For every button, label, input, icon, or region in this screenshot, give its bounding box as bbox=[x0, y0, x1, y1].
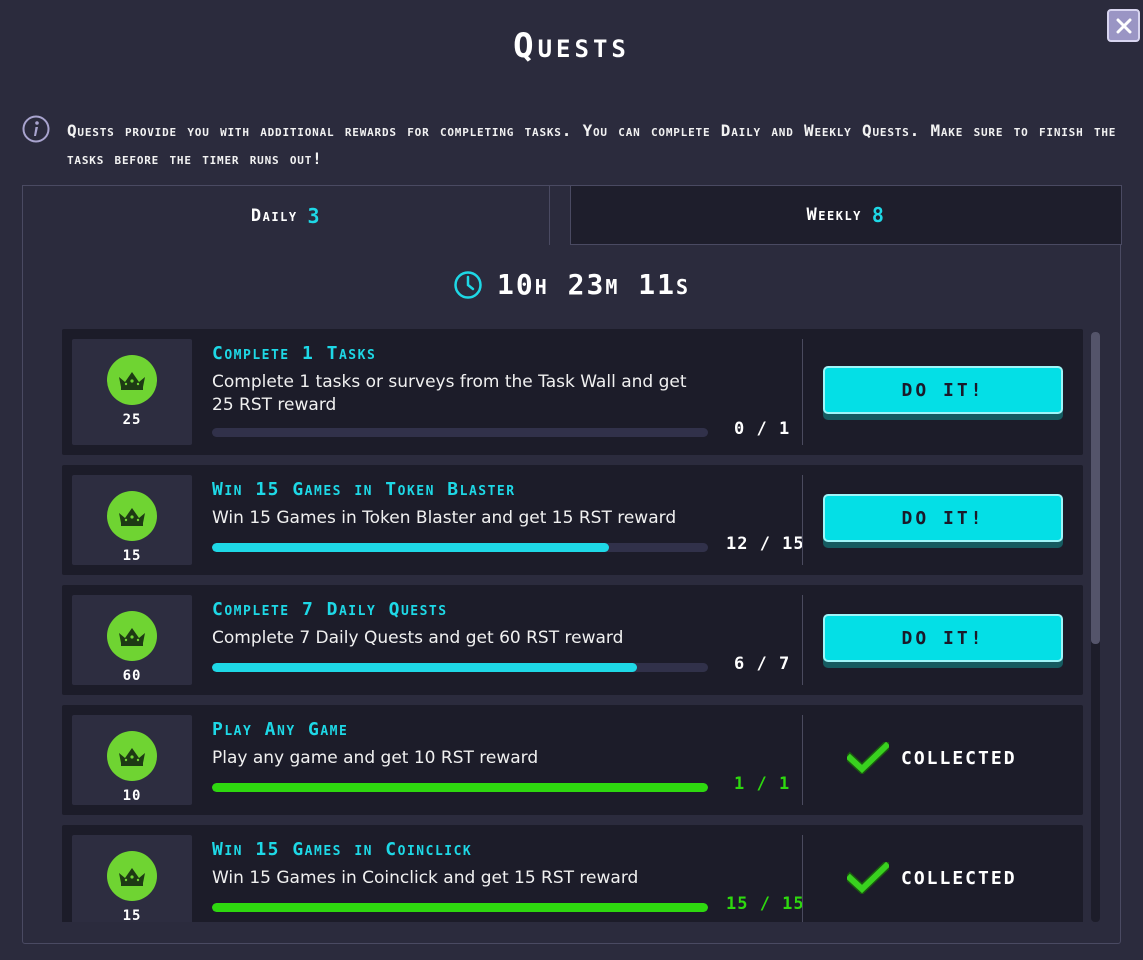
tab-weekly-count: 8 bbox=[871, 203, 886, 227]
collected-status: COLLECTED bbox=[847, 741, 1017, 775]
quest-description: Win 15 Games in Coinclick and get 15 RST… bbox=[212, 868, 639, 888]
quest-progress-fill bbox=[212, 783, 708, 792]
collected-label: COLLECTED bbox=[901, 867, 1017, 889]
collected-label: COLLECTED bbox=[901, 747, 1017, 769]
info-text: Quests provide you with additional rewar… bbox=[67, 121, 1117, 168]
page-title: Quests bbox=[513, 26, 630, 66]
clock-icon bbox=[454, 270, 482, 299]
crown-icon bbox=[119, 868, 145, 886]
quest-progress-text: 12 / 15 bbox=[726, 534, 805, 554]
quest-card: 15 Win 15 Games in Coinclick Win 15 Games … bbox=[62, 825, 1083, 922]
collected-status: COLLECTED bbox=[847, 861, 1017, 895]
quest-card: 15 Win 15 Games in Token Blaster Win 15 Ga… bbox=[62, 465, 1083, 575]
quest-progress-bar bbox=[212, 663, 708, 672]
reward-box: 10 bbox=[72, 715, 192, 805]
do-it-button[interactable]: DO IT! bbox=[823, 614, 1063, 662]
reward-coin bbox=[107, 355, 157, 405]
quest-card: 10 Play Any Game Play any game and get 10 … bbox=[62, 705, 1083, 815]
quest-progress-bar bbox=[212, 428, 708, 437]
quest-description: Play any game and get 10 RST reward bbox=[212, 748, 539, 768]
quest-title: Win 15 Games in Token Blaster bbox=[212, 479, 516, 500]
quest-progress-text: 15 / 15 bbox=[726, 894, 805, 914]
quest-description: Complete 7 Daily Quests and get 60 RST r… bbox=[212, 628, 624, 648]
reward-amount: 60 bbox=[122, 668, 142, 684]
quest-progress-text: 0 / 1 bbox=[734, 419, 791, 439]
quest-title: Complete 1 Tasks bbox=[212, 343, 377, 364]
crown-icon bbox=[119, 628, 145, 646]
tab-weekly-label: Weekly bbox=[806, 205, 862, 225]
reward-amount: 10 bbox=[122, 788, 142, 804]
quest-list: 25 Complete 1 Tasks Complete 1 tasks or su… bbox=[62, 329, 1083, 922]
quest-progress-fill bbox=[212, 903, 708, 912]
divider bbox=[802, 835, 803, 922]
divider bbox=[802, 595, 803, 685]
tab-daily[interactable]: Daily 3 bbox=[22, 185, 550, 245]
quest-progress-text: 6 / 7 bbox=[734, 654, 791, 674]
quest-card: 25 Complete 1 Tasks Complete 1 tasks or su… bbox=[62, 329, 1083, 455]
reward-coin bbox=[107, 851, 157, 901]
quest-description: Win 15 Games in Token Blaster and get 15… bbox=[212, 508, 677, 528]
reward-box: 60 bbox=[72, 595, 192, 685]
scrollbar[interactable] bbox=[1091, 332, 1100, 922]
do-it-button[interactable]: DO IT! bbox=[823, 494, 1063, 542]
quest-progress-text: 1 / 1 bbox=[734, 774, 791, 794]
quest-title: Win 15 Games in Coinclick bbox=[212, 839, 473, 860]
scrollbar-thumb[interactable] bbox=[1091, 332, 1100, 644]
reward-box: 15 bbox=[72, 835, 192, 922]
reward-box: 15 bbox=[72, 475, 192, 565]
crown-icon bbox=[119, 508, 145, 526]
reward-coin bbox=[107, 491, 157, 541]
quest-progress-bar bbox=[212, 903, 708, 912]
divider bbox=[802, 339, 803, 445]
quest-description: Complete 1 tasks or surveys from the Tas… bbox=[212, 372, 687, 415]
quest-progress-fill bbox=[212, 663, 638, 672]
reward-amount: 15 bbox=[122, 908, 142, 922]
reward-amount: 15 bbox=[122, 548, 142, 564]
divider bbox=[802, 715, 803, 805]
reward-amount: 25 bbox=[122, 412, 142, 428]
reward-coin bbox=[107, 731, 157, 781]
quest-title: Complete 7 Daily Quests bbox=[212, 599, 448, 620]
quest-progress-bar bbox=[212, 543, 708, 552]
countdown-timer: 10h 23m 11s bbox=[0, 268, 1143, 301]
crown-icon bbox=[119, 748, 145, 766]
check-icon bbox=[847, 742, 889, 774]
divider bbox=[802, 475, 803, 565]
do-it-button[interactable]: DO IT! bbox=[823, 366, 1063, 414]
timer-value: 10h 23m 11s bbox=[497, 268, 690, 301]
reward-coin bbox=[107, 611, 157, 661]
crown-icon bbox=[119, 372, 145, 390]
quest-title: Play Any Game bbox=[212, 719, 349, 740]
tab-daily-count: 3 bbox=[307, 203, 322, 228]
quest-progress-bar bbox=[212, 783, 708, 792]
info-icon bbox=[22, 115, 50, 143]
tab-daily-label: Daily bbox=[250, 205, 298, 226]
check-icon bbox=[847, 862, 889, 894]
tab-weekly[interactable]: Weekly 8 bbox=[570, 185, 1122, 245]
quest-card: 60 Complete 7 Daily Quests Complete 7 Dail… bbox=[62, 585, 1083, 695]
quest-progress-fill bbox=[212, 543, 609, 552]
reward-box: 25 bbox=[72, 339, 192, 445]
